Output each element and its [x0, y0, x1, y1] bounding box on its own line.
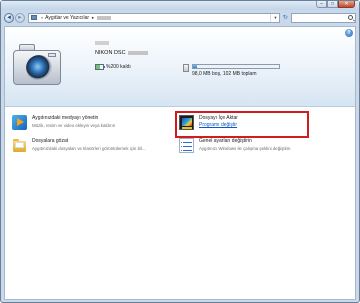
address-bar[interactable]: « Aygıtlar ve Yazıcılar ► ▼ — [27, 12, 281, 23]
task-description: Aygıtınızdaki dosyaları ve klasörleri gö… — [32, 146, 146, 151]
highlight-box — [175, 111, 309, 138]
device-name: NIKON DSC — [95, 50, 148, 56]
forward-arrow-icon: ► — [16, 14, 23, 21]
task-description: Aygıtınızı Windows ile çalışma şeklini d… — [199, 146, 291, 151]
storage-text: 98,0 MB boş, 102 MB toplam — [192, 71, 257, 77]
devices-folder-icon — [30, 15, 37, 20]
search-icon — [348, 14, 353, 20]
task-browse-files[interactable]: Dosyalara gözat Aygıtınızdaki dosyaları … — [12, 137, 172, 159]
folder-paper — [15, 142, 24, 148]
media-player-icon — [12, 115, 27, 130]
battery-text: %200 kaldı — [106, 64, 131, 70]
task-manage-media[interactable]: Aygıtınızdaki medyayı yönetin Müzik, res… — [12, 114, 172, 136]
task-title[interactable]: Genel ayarları değiştirin — [199, 138, 252, 144]
refresh-button[interactable]: ↻ — [280, 13, 290, 23]
camera-icon — [13, 41, 63, 91]
back-arrow-icon: ◄ — [6, 14, 12, 21]
address-dropdown-button[interactable]: ▼ — [270, 13, 279, 22]
settings-checklist-icon — [179, 138, 194, 153]
battery-icon — [95, 64, 105, 70]
maximize-button[interactable]: □ — [327, 1, 338, 8]
task-description: Müzik, resim ve video ekleyin veya kaldı… — [32, 123, 116, 128]
forward-button[interactable]: ► — [14, 12, 25, 23]
folder-icon — [12, 138, 27, 153]
storage-bar — [192, 64, 280, 69]
task-general-settings[interactable]: Genel ayarları değiştirin Aygıtınızı Win… — [179, 137, 349, 159]
help-icon[interactable]: ? — [345, 29, 353, 37]
title-bar: – □ ✕ — [1, 1, 359, 10]
redacted-device-label — [95, 41, 109, 45]
task-title[interactable]: Aygıtınızdaki medyayı yönetin — [32, 115, 98, 121]
breadcrumb-separator-icon[interactable]: ► — [91, 15, 95, 20]
memory-card-icon — [183, 64, 189, 72]
search-input[interactable] — [291, 12, 356, 23]
breadcrumb-redacted-device — [97, 15, 112, 20]
device-header: ? NIKON DSC %200 kaldı 98,0 MB boş, 102 … — [5, 27, 355, 107]
storage-bar-fill — [193, 65, 198, 68]
back-button[interactable]: ◄ — [4, 12, 14, 23]
close-button[interactable]: ✕ — [338, 1, 355, 8]
battery-status: %200 kaldı — [95, 64, 131, 70]
content-pane: ? NIKON DSC %200 kaldı 98,0 MB boş, 102 … — [4, 26, 356, 300]
task-title[interactable]: Dosyalara gözat — [32, 138, 68, 144]
breadcrumb-devices-and-printers[interactable]: Aygıtlar ve Yazıcılar — [45, 15, 89, 21]
explorer-window: – □ ✕ ◄ ► « Aygıtlar ve Yazıcılar ► ▼ ↻ … — [0, 0, 360, 303]
camera-lens — [26, 55, 52, 81]
navigation-bar: ◄ ► « Aygıtlar ve Yazıcılar ► ▼ ↻ — [4, 11, 356, 24]
minimize-button[interactable]: – — [316, 1, 327, 8]
redacted-device-suffix — [127, 50, 148, 55]
breadcrumb-root-chevron[interactable]: « — [41, 15, 43, 20]
window-controls: – □ ✕ — [316, 1, 355, 9]
camera-flash — [48, 53, 56, 57]
device-name-text: NIKON DSC — [95, 50, 126, 56]
